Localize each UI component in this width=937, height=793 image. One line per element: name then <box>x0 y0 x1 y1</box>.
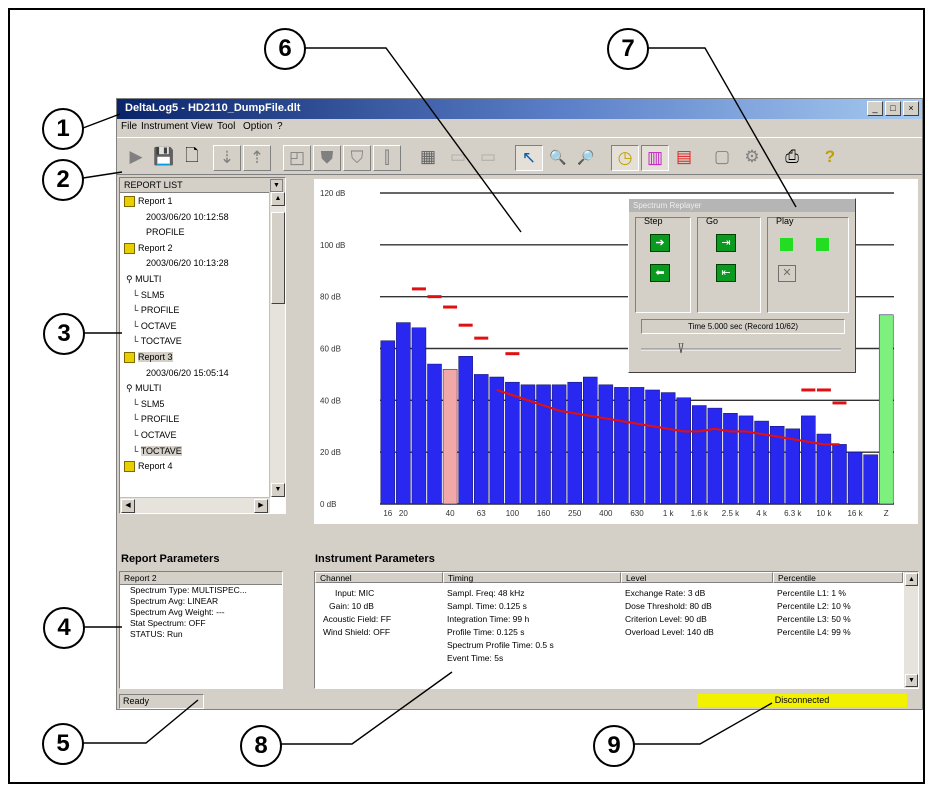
leader-line-6 <box>304 47 522 233</box>
callout-2: 2 <box>42 159 84 201</box>
callout-9: 9 <box>593 725 635 767</box>
leader-line-7 <box>646 47 797 208</box>
callout-leader-lines <box>82 47 797 745</box>
callout-6: 6 <box>264 28 306 70</box>
leader-line-8 <box>280 671 453 745</box>
callout-5: 5 <box>42 723 84 765</box>
leader-line-9 <box>633 702 773 745</box>
callout-7: 7 <box>607 28 649 70</box>
callout-3: 3 <box>43 313 85 355</box>
leader-line-2 <box>82 171 123 179</box>
leader-line-1 <box>82 113 121 129</box>
leader-line-5 <box>82 699 199 744</box>
callout-4: 4 <box>43 607 85 649</box>
callout-8: 8 <box>240 725 282 767</box>
callout-1: 1 <box>42 108 84 150</box>
